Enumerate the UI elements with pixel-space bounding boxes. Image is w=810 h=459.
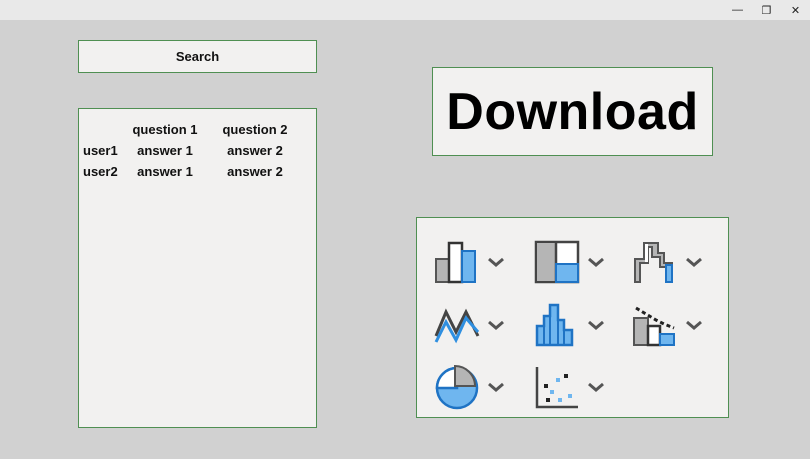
title-bar: — ❐ ✕ — [0, 0, 810, 20]
chevron-down-icon[interactable] — [486, 256, 506, 268]
table-cell: answer 1 — [137, 143, 193, 158]
chart-type-column[interactable] — [434, 237, 514, 287]
search-button[interactable]: Search — [78, 40, 317, 73]
combo-chart-icon — [633, 306, 675, 347]
scatter-chart-icon — [535, 367, 578, 409]
chart-type-histogram[interactable] — [534, 300, 614, 350]
table-header-row: question 1 question 2 — [83, 119, 307, 140]
pie-chart-icon — [435, 364, 479, 410]
chart-type-waterfall[interactable] — [632, 237, 712, 287]
chart-type-panel — [416, 217, 729, 418]
minimize-button[interactable]: — — [723, 0, 752, 20]
chart-type-scatter[interactable] — [534, 362, 614, 412]
chart-type-treemap[interactable] — [534, 237, 614, 287]
table-row: user2 answer 1 answer 2 — [83, 161, 307, 182]
chevron-down-icon[interactable] — [486, 319, 506, 331]
close-button[interactable]: ✕ — [781, 0, 810, 20]
table-header-cell: question 2 — [222, 122, 288, 137]
download-button[interactable]: Download — [432, 67, 713, 156]
column-chart-icon — [435, 241, 476, 284]
table-row: user1 answer 1 answer 2 — [83, 140, 307, 161]
chart-type-line[interactable] — [434, 300, 514, 350]
waterfall-chart-icon — [634, 242, 673, 283]
treemap-chart-icon — [534, 240, 580, 284]
chevron-down-icon[interactable] — [586, 381, 606, 393]
responses-table: question 1 question 2 user1 answer 1 ans… — [83, 119, 307, 182]
line-chart-icon — [434, 308, 480, 344]
table-header-cell: question 1 — [132, 122, 198, 137]
table-cell: user2 — [83, 164, 118, 179]
table-cell: answer 1 — [137, 164, 193, 179]
restore-button[interactable]: ❐ — [752, 0, 781, 20]
histogram-chart-icon — [535, 303, 574, 347]
chevron-down-icon[interactable] — [586, 319, 606, 331]
responses-table-panel: question 1 question 2 user1 answer 1 ans… — [78, 108, 317, 428]
table-cell: user1 — [83, 143, 118, 158]
table-cell: answer 2 — [227, 143, 283, 158]
table-header-cell — [83, 119, 127, 140]
chart-type-combo[interactable] — [632, 300, 712, 350]
chevron-down-icon[interactable] — [586, 256, 606, 268]
window-controls: — ❐ ✕ — [723, 0, 810, 20]
chevron-down-icon[interactable] — [684, 256, 704, 268]
table-cell: answer 2 — [227, 164, 283, 179]
chevron-down-icon[interactable] — [684, 319, 704, 331]
chart-type-pie[interactable] — [434, 362, 514, 412]
chevron-down-icon[interactable] — [486, 381, 506, 393]
